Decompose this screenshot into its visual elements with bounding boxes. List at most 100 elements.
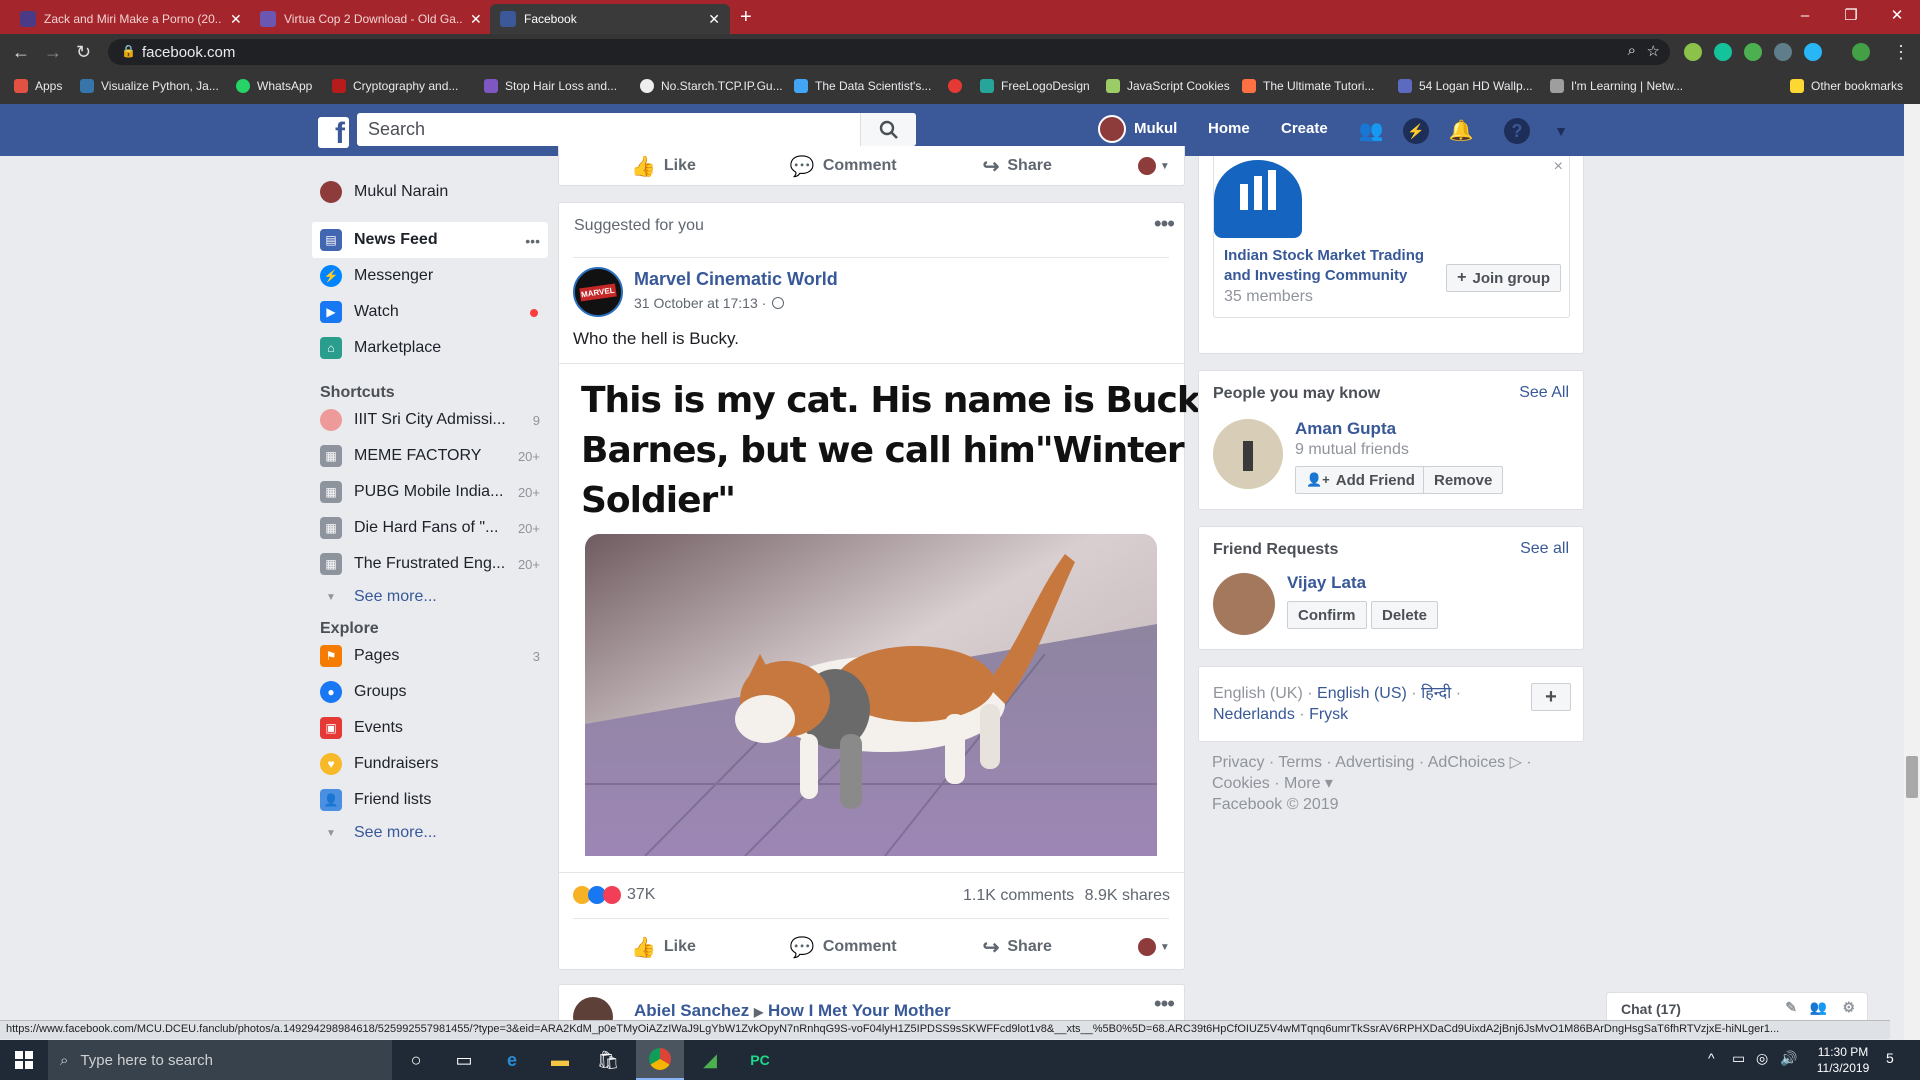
requester-name-link[interactable]: Vijay Lata [1287, 573, 1366, 593]
mutual-friends[interactable]: 9 mutual friends [1295, 441, 1409, 459]
reload-icon[interactable]: ↻ [76, 42, 91, 63]
extension-icon[interactable] [1804, 43, 1822, 61]
explore-item-pages[interactable]: ⚑ Pages 3 [312, 638, 548, 674]
bookmark-item[interactable]: WhatsApp [236, 79, 312, 93]
language-link[interactable]: English (US) [1317, 685, 1407, 702]
bookmark-star-icon[interactable]: ☆ [1647, 42, 1660, 60]
comments-count[interactable]: 1.1K comments [963, 887, 1074, 904]
post-options-icon[interactable]: ••• [1154, 211, 1175, 237]
profile-link[interactable]: Mukul [1134, 120, 1177, 137]
help-icon[interactable]: ? [1504, 118, 1530, 144]
group-chat-icon[interactable]: 👥 [1810, 999, 1827, 1016]
chevron-up-icon[interactable]: ^ [1708, 1050, 1715, 1066]
create-link[interactable]: Create [1281, 120, 1328, 137]
see-more-shortcuts[interactable]: ▼ See more... [312, 582, 548, 612]
sidebar-item-marketplace[interactable]: ⌂ Marketplace [312, 330, 548, 366]
extension-icon[interactable] [1744, 43, 1762, 61]
forward-icon[interactable]: → [44, 42, 62, 63]
other-bookmarks[interactable]: Other bookmarks [1790, 79, 1903, 93]
menu-kebab-icon[interactable]: ⋮ [1892, 42, 1910, 63]
sidebar-item-watch[interactable]: ▶ Watch [312, 294, 548, 330]
add-language-button[interactable]: + [1531, 683, 1571, 711]
shortcut-item[interactable]: ▦ PUBG Mobile India... 20+ [312, 474, 548, 510]
friend-requests-icon[interactable]: 👥 [1358, 118, 1384, 144]
bookmark-item[interactable] [948, 79, 969, 93]
windows-start-icon[interactable] [0, 1040, 48, 1080]
join-group-button[interactable]: + Join group [1446, 264, 1561, 292]
task-view-icon[interactable]: ▭ [440, 1040, 488, 1080]
post-image[interactable]: This is my cat. His name is Bucky Barnes… [559, 363, 1223, 873]
grammarly-icon[interactable] [1714, 43, 1732, 61]
battery-icon[interactable]: ▭ [1732, 1050, 1745, 1067]
explore-item-fundraisers[interactable]: ♥ Fundraisers [312, 746, 548, 782]
page-scrollbar[interactable] [1904, 104, 1920, 1040]
comment-button[interactable]: 💬 Comment [790, 154, 897, 179]
see-more-explore[interactable]: ▼ See more... [312, 818, 548, 848]
browser-tab[interactable]: Zack and Miri Make a Porno (20... ✕ [10, 4, 252, 34]
close-tab-icon[interactable]: ✕ [708, 11, 720, 28]
volume-icon[interactable]: 🔊 [1780, 1050, 1797, 1067]
edge-icon[interactable]: e [488, 1040, 536, 1080]
reactions-summary[interactable]: 37K [573, 886, 655, 904]
restore-icon[interactable]: ❐ [1828, 0, 1874, 30]
search-button[interactable] [860, 113, 916, 146]
bookmark-item[interactable]: Cryptography and... [332, 79, 458, 93]
group-cover-image[interactable] [1214, 160, 1302, 238]
gear-icon[interactable]: ⚙ [1842, 999, 1855, 1016]
scrollbar-thumb[interactable] [1906, 756, 1918, 798]
see-all-link[interactable]: See All [1519, 384, 1569, 402]
language-link[interactable]: Nederlands [1213, 706, 1295, 723]
bookmark-item[interactable]: No.Starch.TCP.IP.Gu... [640, 79, 783, 93]
address-bar[interactable]: 🔒 facebook.com ⌕ ☆ [108, 39, 1670, 65]
cortana-icon[interactable]: ○ [392, 1040, 440, 1080]
telegram-icon[interactable]: ◢ [686, 1040, 734, 1080]
page-avatar[interactable]: MARVEL [573, 267, 623, 317]
explore-item-friend-lists[interactable]: 👤 Friend lists [312, 782, 548, 818]
new-tab-button[interactable]: + [740, 6, 752, 29]
bookmark-item[interactable]: The Data Scientist's... [794, 79, 931, 93]
close-icon[interactable]: × [1554, 158, 1563, 176]
shares-count[interactable]: 8.9K shares [1085, 887, 1170, 904]
bookmark-item[interactable]: Visualize Python, Ja... [80, 79, 219, 93]
like-button[interactable]: 👍 Like [631, 935, 696, 960]
avatar[interactable] [1098, 115, 1126, 143]
close-tab-icon[interactable]: ✕ [230, 11, 242, 28]
shortcut-item[interactable]: ▦ The Frustrated Eng... 20+ [312, 546, 548, 582]
sidebar-item-messenger[interactable]: ⚡ Messenger [312, 258, 548, 294]
notifications-bell-icon[interactable]: 🔔 [1448, 118, 1474, 144]
browser-tab-active[interactable]: Facebook ✕ [490, 4, 730, 34]
bookmark-item[interactable]: I'm Learning | Netw... [1550, 79, 1683, 93]
delete-button[interactable]: Delete [1371, 601, 1439, 629]
chat-bar[interactable]: Chat (17) ✎ 👥 ⚙ [1606, 992, 1868, 1020]
bookmark-item[interactable]: Stop Hair Loss and... [484, 79, 617, 93]
comment-button[interactable]: 💬 Comment [790, 935, 897, 960]
close-window-icon[interactable]: ✕ [1874, 0, 1920, 30]
footer-links-line[interactable]: Privacy · Terms · Advertising · AdChoice… [1212, 752, 1582, 773]
react-as-menu[interactable]: ▼ [1137, 938, 1170, 956]
confirm-button[interactable]: Confirm [1287, 601, 1367, 629]
facebook-logo[interactable]: f [318, 117, 349, 148]
compose-icon[interactable]: ✎ [1785, 999, 1797, 1016]
extension-icon[interactable] [1684, 43, 1702, 61]
home-link[interactable]: Home [1208, 120, 1250, 137]
taskbar-search[interactable]: ⌕ Type here to search [48, 1040, 392, 1080]
sidebar-profile[interactable]: Mukul Narain [312, 174, 548, 210]
group-name-link[interactable]: Indian Stock Market Trading and Investin… [1224, 246, 1424, 286]
remove-button[interactable]: Remove [1423, 466, 1504, 494]
more-options-icon[interactable]: ••• [525, 233, 540, 249]
action-center-icon[interactable]: 5 [1886, 1050, 1894, 1066]
account-menu-caret-icon[interactable]: ▼ [1548, 118, 1574, 144]
bookmark-item[interactable]: 54 Logan HD Wallp... [1398, 79, 1533, 93]
see-all-link[interactable]: See all [1520, 540, 1569, 558]
add-friend-button[interactable]: 👤+ Add Friend [1295, 466, 1426, 494]
language-link[interactable]: Frysk [1309, 706, 1348, 723]
share-button[interactable]: ↪ Share [983, 154, 1052, 179]
close-tab-icon[interactable]: ✕ [470, 11, 482, 28]
post-timestamp[interactable]: 31 October at 17:13 · [634, 295, 766, 311]
file-explorer-icon[interactable]: ▬ [536, 1040, 584, 1080]
page-name-link[interactable]: Marvel Cinematic World [634, 269, 838, 290]
browser-tab[interactable]: Virtua Cop 2 Download - Old Ga... ✕ [250, 4, 492, 34]
bookmark-item[interactable]: The Ultimate Tutori... [1242, 79, 1374, 93]
author-link[interactable]: Abiel Sanchez [634, 1001, 749, 1020]
explore-item-groups[interactable]: ● Groups [312, 674, 548, 710]
